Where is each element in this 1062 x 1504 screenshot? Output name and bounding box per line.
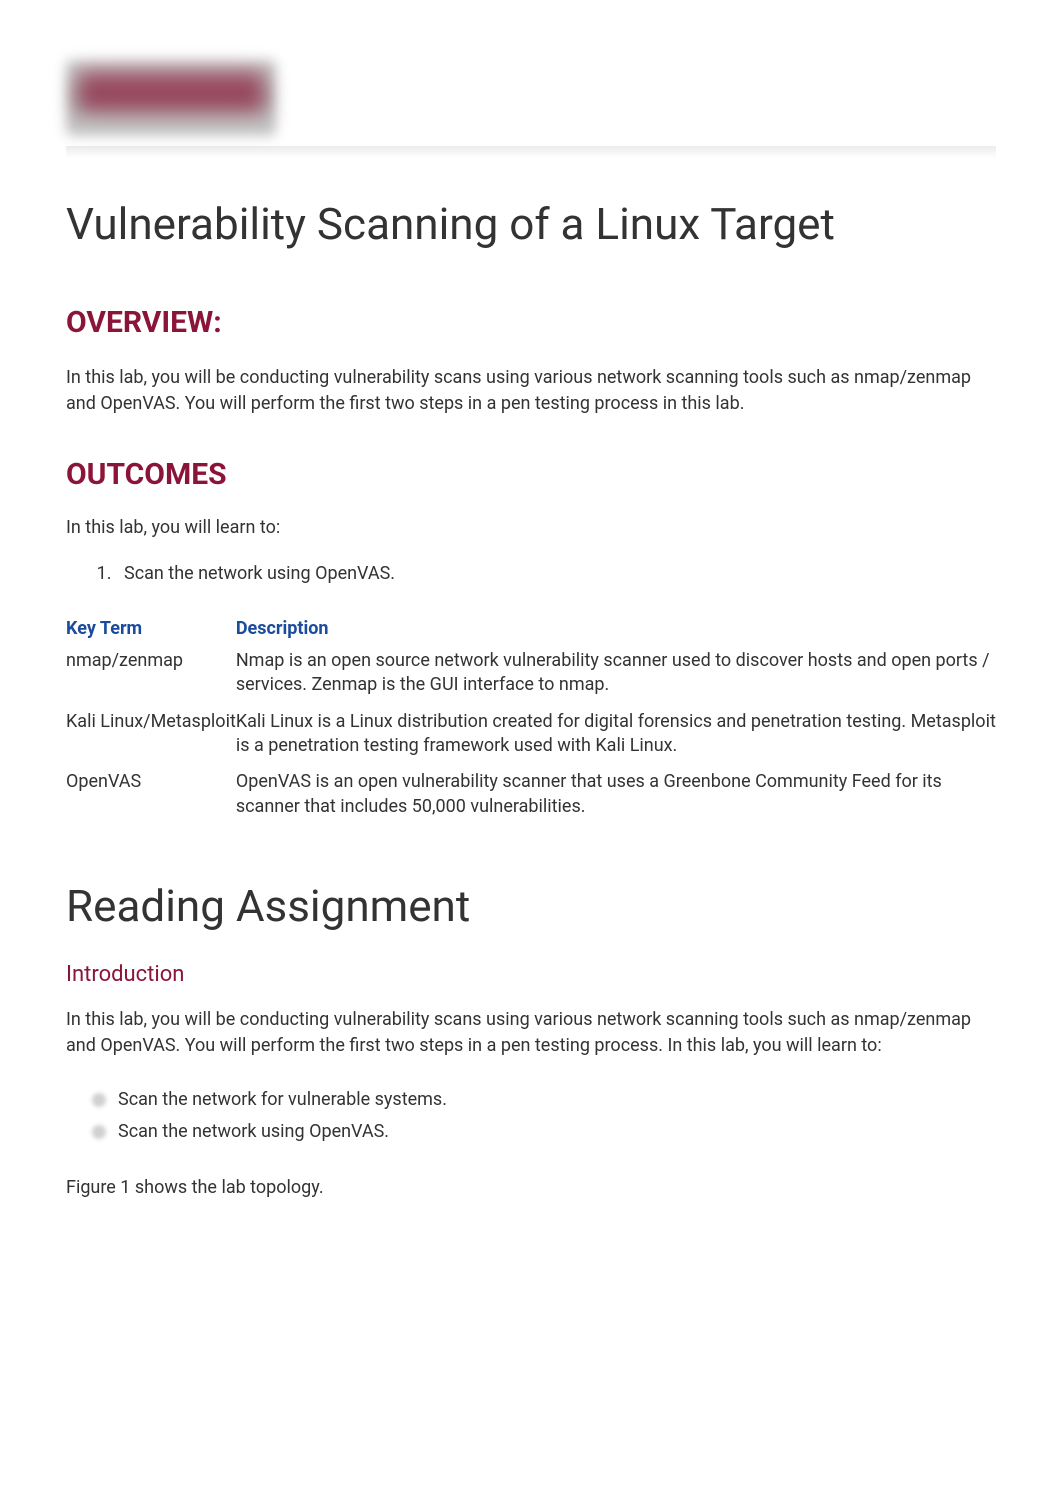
table-cell-term: OpenVAS — [66, 764, 236, 825]
table-cell-term: Kali Linux/Metasploit — [66, 704, 236, 765]
figure-caption: Figure 1 shows the lab topology. — [66, 1177, 996, 1198]
overview-text: In this lab, you will be conducting vuln… — [66, 365, 996, 417]
reading-heading: Reading Assignment — [66, 880, 996, 932]
table-cell-description: Nmap is an open source network vulnerabi… — [236, 643, 996, 704]
outcomes-list-item: Scan the network using OpenVAS. — [116, 563, 996, 584]
table-cell-description: OpenVAS is an open vulnerability scanner… — [236, 764, 996, 825]
key-terms-table: Key Term Description nmap/zenmap Nmap is… — [66, 614, 996, 825]
table-header-term: Key Term — [66, 614, 236, 643]
table-cell-description: Kali Linux is a Linux distribution creat… — [236, 704, 996, 765]
overview-heading: OVERVIEW: — [66, 305, 996, 340]
bullet-item: Scan the network using OpenVAS. — [98, 1116, 996, 1148]
table-header-description: Description — [236, 614, 996, 643]
introduction-bullet-list: Scan the network for vulnerable systems.… — [98, 1084, 996, 1147]
bullet-item: Scan the network for vulnerable systems. — [98, 1084, 996, 1116]
table-row: nmap/zenmap Nmap is an open source netwo… — [66, 643, 996, 704]
page-title: Vulnerability Scanning of a Linux Target — [66, 198, 996, 250]
outcomes-list: Scan the network using OpenVAS. — [116, 563, 996, 584]
divider-shadow — [66, 146, 996, 158]
outcomes-intro: In this lab, you will learn to: — [66, 517, 996, 538]
logo-image — [66, 60, 276, 136]
introduction-text: In this lab, you will be conducting vuln… — [66, 1007, 996, 1059]
introduction-heading: Introduction — [66, 962, 996, 987]
outcomes-heading: OUTCOMES — [66, 457, 996, 492]
table-row: Kali Linux/Metasploit Kali Linux is a Li… — [66, 704, 996, 765]
table-row: OpenVAS OpenVAS is an open vulnerability… — [66, 764, 996, 825]
table-cell-term: nmap/zenmap — [66, 643, 236, 704]
